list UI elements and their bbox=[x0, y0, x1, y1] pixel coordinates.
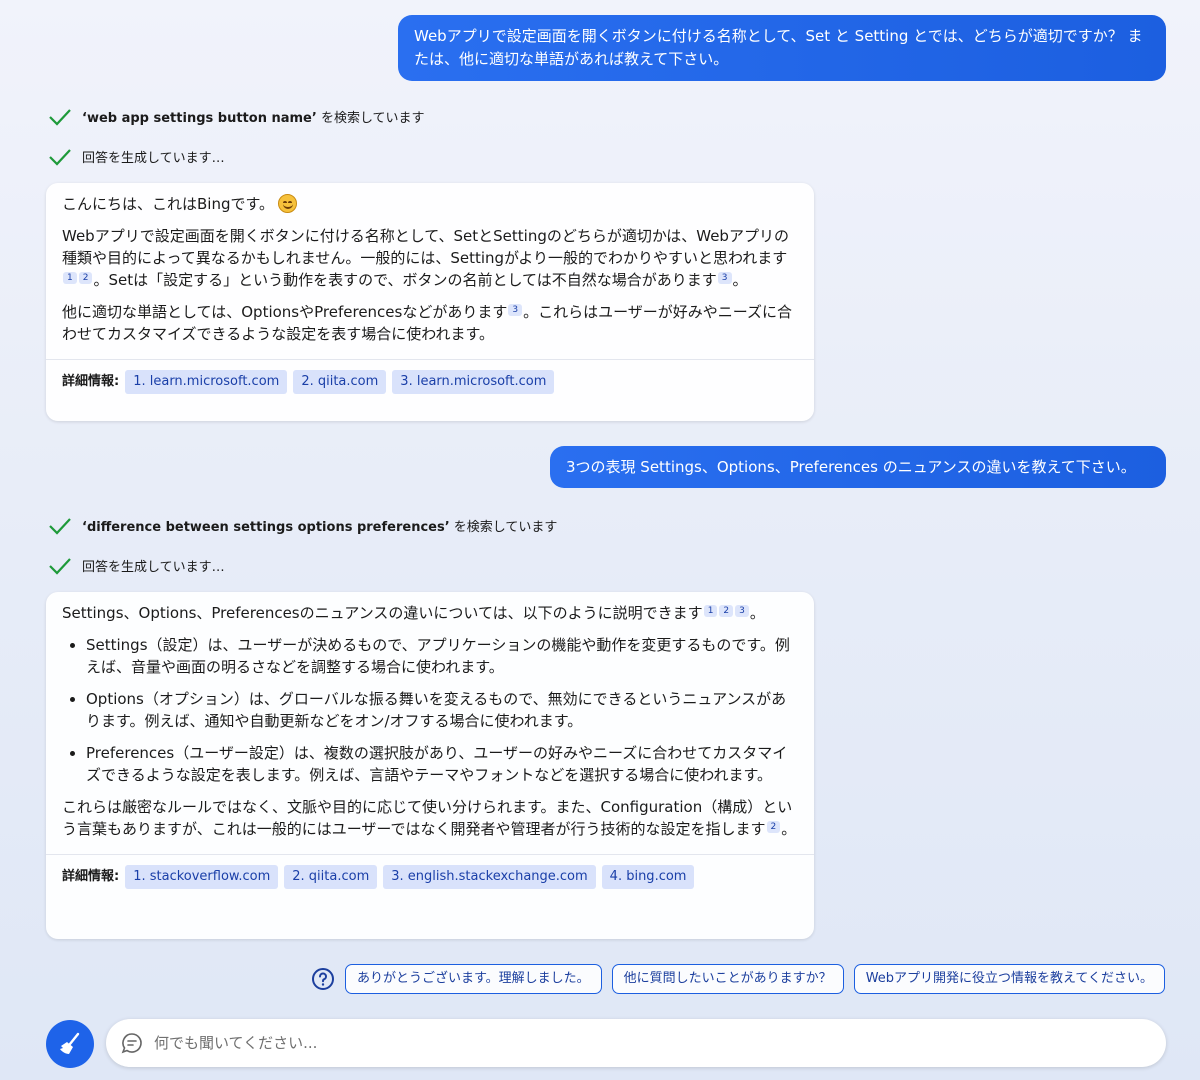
question-icon[interactable] bbox=[311, 967, 335, 991]
check-icon bbox=[49, 108, 71, 126]
citation-2[interactable]: 2 bbox=[719, 605, 734, 617]
sources-list: 詳細情報: 1. stackoverflow.com 2. qiita.com … bbox=[46, 854, 814, 897]
list-item: Options（オプション）は、グローバルな振る舞いを変えるもので、無効にできる… bbox=[86, 688, 798, 732]
chat-input[interactable] bbox=[154, 1034, 1054, 1052]
search-status: ‘web app settings button name’ を検索しています bbox=[48, 107, 425, 126]
generating-status: 回答を生成しています… bbox=[48, 556, 225, 575]
suggestion-chip[interactable]: 他に質問したいことがありますか？ bbox=[611, 964, 844, 994]
source-link[interactable]: 3. english.stackexchange.com bbox=[383, 865, 596, 889]
source-link[interactable]: 1. stackoverflow.com bbox=[125, 865, 279, 889]
bullet-list: Settings（設定）は、ユーザーが決めるもので、アプリケーションの機能や動作… bbox=[86, 634, 798, 786]
citation-3[interactable]: 3 bbox=[735, 605, 749, 617]
sources-list: 詳細情報: 1. learn.microsoft.com 2. qiita.co… bbox=[46, 359, 814, 402]
status-text: 回答を生成しています… bbox=[82, 151, 225, 166]
chat-input-box[interactable] bbox=[106, 1019, 1166, 1067]
sources-label: 詳細情報: bbox=[62, 869, 120, 884]
source-link[interactable]: 3. learn.microsoft.com bbox=[392, 370, 555, 394]
check-icon bbox=[49, 148, 71, 166]
new-topic-button[interactable] bbox=[46, 1020, 94, 1068]
bot-paragraph: Settings、Options、Preferencesのニュアンスの違いについ… bbox=[62, 604, 765, 622]
user-message: 3つの表現 Settings、Options、Preferences のニュアン… bbox=[550, 446, 1166, 488]
citation-1[interactable]: 1 bbox=[703, 605, 718, 617]
citation-3[interactable]: 3 bbox=[508, 304, 523, 316]
search-status: ‘difference between settings options pre… bbox=[48, 516, 557, 535]
source-link[interactable]: 2. qiita.com bbox=[284, 865, 378, 889]
bot-message: Settings、Options、Preferencesのニュアンスの違いについ… bbox=[46, 592, 814, 939]
suggestion-chip[interactable]: ありがとうございます。理解しました。 bbox=[344, 964, 602, 994]
source-link[interactable]: 1. learn.microsoft.com bbox=[125, 370, 288, 394]
search-query: ‘difference between settings options pre… bbox=[82, 520, 450, 535]
citation-3[interactable]: 3 bbox=[717, 272, 732, 284]
list-item: Preferences（ユーザー設定）は、複数の選択肢があり、ユーザーの好みやニ… bbox=[86, 742, 798, 786]
smile-emoji-icon bbox=[278, 194, 297, 213]
citation-2[interactable]: 2 bbox=[78, 272, 93, 284]
suggestion-bar: ありがとうございます。理解しました。 他に質問したいことがありますか？ Webア… bbox=[311, 964, 1165, 994]
citation-1[interactable]: 1 bbox=[63, 272, 77, 284]
bot-message: こんにちは、これはBingです。 Webアプリで設定画面を開くボタンに付ける名称… bbox=[46, 183, 814, 421]
check-icon bbox=[49, 517, 71, 535]
search-suffix: を検索しています bbox=[449, 520, 558, 535]
broom-icon bbox=[60, 1032, 80, 1054]
generating-status: 回答を生成しています… bbox=[48, 147, 225, 166]
chat-bubble-icon bbox=[121, 1033, 142, 1054]
search-suffix: を検索しています bbox=[316, 111, 425, 126]
bot-paragraph: これらは厳密なルールではなく、文脈や目的に応じて使い分けられます。また、Conf… bbox=[62, 798, 797, 838]
sources-label: 詳細情報: bbox=[62, 374, 120, 389]
user-message: Webアプリで設定画面を開くボタンに付ける名称として、Set と Setting… bbox=[398, 15, 1166, 81]
source-link[interactable]: 2. qiita.com bbox=[293, 370, 387, 394]
list-item: Settings（設定）は、ユーザーが決めるもので、アプリケーションの機能や動作… bbox=[86, 634, 798, 678]
status-text: 回答を生成しています… bbox=[82, 560, 225, 575]
citation-2[interactable]: 2 bbox=[766, 821, 781, 833]
search-query: ‘web app settings button name’ bbox=[82, 111, 317, 126]
check-icon bbox=[49, 557, 71, 575]
source-link[interactable]: 4. bing.com bbox=[601, 865, 695, 889]
suggestion-chip[interactable]: Webアプリ開発に役立つ情報を教えてください。 bbox=[853, 964, 1165, 994]
bot-paragraph: 他に適切な単語としては、OptionsやPreferencesなどがあります 3。… bbox=[62, 303, 793, 343]
bot-paragraph: Webアプリで設定画面を開くボタンに付ける名称として、SetとSettingのど… bbox=[62, 227, 789, 289]
bot-greeting: こんにちは、これはBingです。 bbox=[62, 193, 798, 215]
